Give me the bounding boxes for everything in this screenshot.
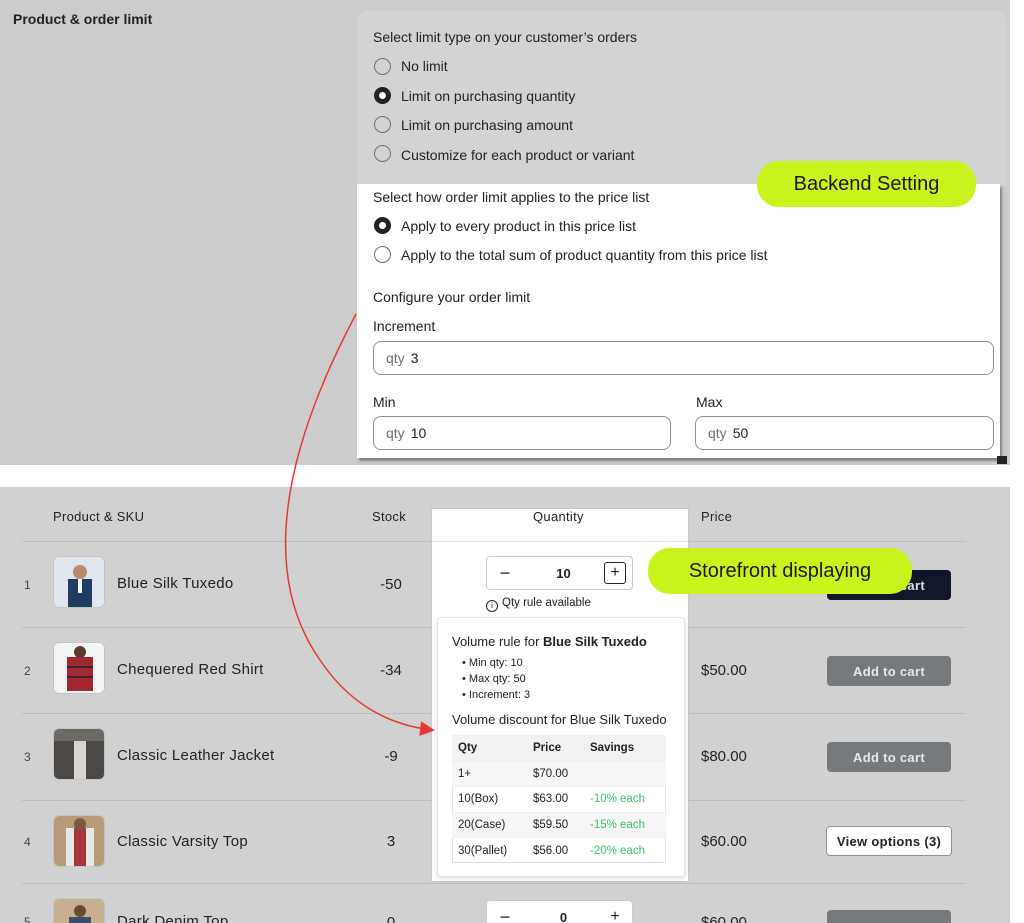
- connector-arrow-icon: [284, 313, 435, 737]
- stage: Product & order limit Select limit type …: [0, 0, 1024, 923]
